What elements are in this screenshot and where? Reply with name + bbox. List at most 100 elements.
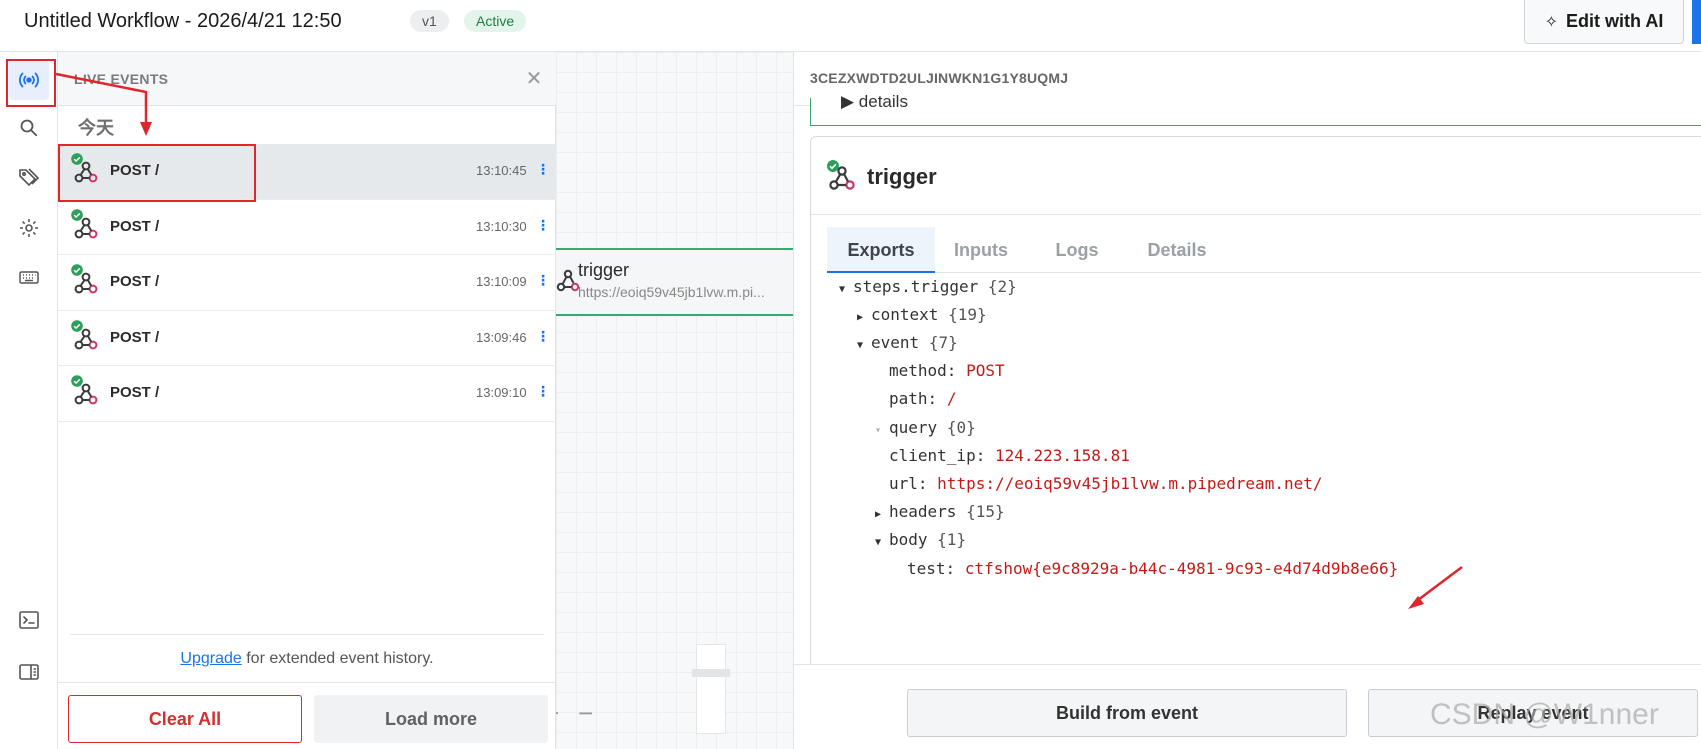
search-icon[interactable] — [9, 108, 49, 148]
replay-event-button[interactable]: Replay event — [1368, 689, 1698, 737]
tree-value[interactable]: / — [947, 389, 957, 408]
events-panel-footer: Clear All Load more — [58, 682, 556, 749]
tree-node: test: ctfshow{e9c8929a-b44c-4981-9c93-e4… — [893, 559, 1398, 579]
tree-value[interactable]: https://eoiq59v45jb1lvw.m.pipedream.net/ — [937, 474, 1322, 493]
details-toggle-label: details — [858, 92, 908, 111]
more-options-icon[interactable]: ⋮ — [536, 216, 550, 234]
events-panel-header: LIVE EVENTS ✕ — [58, 52, 556, 106]
event-name: POST / — [110, 162, 160, 179]
tree-node[interactable]: ▶ headers {15} — [875, 502, 1005, 525]
upgrade-notice-text: for extended event history. — [241, 650, 434, 667]
tree-value[interactable]: POST — [966, 361, 1005, 380]
event-row[interactable]: POST / 13:09:46 ⋮ — [58, 311, 556, 366]
previous-step-card: ▶ details — [810, 92, 1701, 126]
tab-inputs[interactable]: Inputs — [927, 227, 1035, 273]
sparkle-icon: ✧ — [1544, 13, 1559, 31]
tree-key: query — [889, 418, 938, 437]
collapse-arrow-icon[interactable]: ▼ — [839, 280, 853, 300]
tree-node[interactable]: ▾ query {0} — [875, 418, 976, 441]
event-list: POST / 13:10:45 ⋮ POST / 13:10:30 ⋮ POST / 13:1… — [58, 144, 556, 422]
tree-value[interactable]: ctfshow{e9c8929a-b44c-4981-9c93-e4d74d9b… — [965, 559, 1398, 578]
expand-arrow-icon[interactable]: ▶ — [875, 505, 889, 525]
workflow-canvas[interactable]: trigger https://eoiq59v45jb1lvw.m.pi... … — [556, 52, 793, 749]
edit-with-ai-button[interactable]: ✧ Edit with AI — [1524, 0, 1684, 44]
tags-icon[interactable] — [9, 158, 49, 198]
event-row[interactable]: POST / 13:10:30 ⋮ — [58, 200, 556, 255]
node-url: https://eoiq59v45jb1lvw.m.pi... — [578, 284, 765, 300]
clear-all-button[interactable]: Clear All — [68, 695, 302, 743]
tree-value[interactable]: 124.223.158.81 — [995, 446, 1130, 465]
collapse-arrow-icon[interactable]: ▾ — [875, 421, 889, 441]
webhook-success-icon — [827, 160, 855, 190]
zoom-out-button[interactable]: − — [578, 700, 593, 726]
tree-key: path: — [889, 389, 938, 408]
tree-node[interactable]: ▼ body {1} — [875, 530, 966, 553]
expand-arrow-icon[interactable]: ▶ — [857, 308, 871, 328]
webhook-success-icon — [70, 374, 100, 406]
more-options-icon[interactable]: ⋮ — [536, 160, 550, 178]
close-icon[interactable]: ✕ — [520, 64, 548, 92]
trigger-node[interactable]: trigger https://eoiq59v45jb1lvw.m.pi... — [556, 248, 793, 316]
build-from-event-button[interactable]: Build from event — [907, 689, 1347, 737]
tree-key: steps.trigger — [853, 277, 979, 296]
event-row[interactable]: POST / 13:10:45 ⋮ — [58, 144, 556, 200]
tree-key: event — [871, 333, 920, 352]
zoom-slider[interactable] — [696, 644, 726, 734]
keyboard-icon[interactable] — [9, 258, 49, 298]
deploy-button-edge[interactable] — [1692, 0, 1701, 44]
edit-with-ai-label: Edit with AI — [1566, 11, 1664, 31]
webhook-success-icon — [70, 319, 100, 351]
events-panel-title: LIVE EVENTS — [74, 71, 169, 87]
more-options-icon[interactable]: ⋮ — [536, 271, 550, 289]
load-more-button[interactable]: Load more — [314, 695, 548, 743]
event-id: 3CEZXWDTD2ULJINWKN1G1Y8UQMJ — [810, 70, 1069, 86]
divider — [70, 634, 544, 635]
upgrade-link[interactable]: Upgrade — [180, 650, 241, 667]
collapse-arrow-icon[interactable]: ▼ — [875, 533, 889, 553]
workflow-title[interactable]: Untitled Workflow - 2026/4/21 12:50 — [24, 8, 342, 34]
tree-key: context — [871, 305, 939, 324]
tree-node: client_ip: 124.223.158.81 — [875, 446, 1130, 466]
tree-node[interactable]: ▶ context {19} — [857, 305, 987, 328]
gear-icon[interactable] — [9, 208, 49, 248]
event-time: 13:09:46 — [476, 329, 527, 345]
event-name: POST / — [110, 328, 160, 346]
details-toggle[interactable]: ▶ details — [841, 92, 908, 112]
tree-key: client_ip: — [889, 446, 986, 465]
collapse-arrow-icon[interactable]: ▼ — [857, 336, 871, 356]
tab-details[interactable]: Details — [1123, 227, 1231, 273]
tree-key: headers — [889, 502, 957, 521]
event-row[interactable]: POST / 13:09:10 ⋮ — [58, 366, 556, 422]
step-card: trigger Exports Inputs Logs Details ▼ ste… — [810, 136, 1701, 704]
tree-count: {1} — [937, 530, 967, 549]
live-events-icon[interactable] — [9, 60, 49, 100]
sidebar-toggle-icon[interactable] — [9, 652, 49, 692]
more-options-icon[interactable]: ⋮ — [536, 327, 550, 345]
webhook-success-icon — [70, 152, 100, 184]
status-badge: Active — [464, 10, 527, 32]
terminal-icon[interactable] — [9, 600, 49, 640]
tree-key: body — [889, 530, 928, 549]
tab-exports[interactable]: Exports — [827, 227, 935, 273]
tree-count: {15} — [966, 502, 1005, 521]
event-row[interactable]: POST / 13:10:09 ⋮ — [58, 255, 556, 311]
version-badge: v1 — [410, 10, 449, 32]
tree-node[interactable]: ▼ event {7} — [857, 333, 958, 356]
event-time: 13:09:10 — [476, 385, 527, 400]
zoom-slider-handle[interactable] — [692, 669, 730, 677]
top-bar: Untitled Workflow - 2026/4/21 12:50 v1 A… — [0, 0, 1701, 52]
event-name: POST / — [110, 384, 160, 401]
zoom-in-button[interactable]: + — [556, 700, 559, 726]
upgrade-notice: Upgrade for extended event history. — [58, 650, 556, 668]
event-name: POST / — [110, 273, 160, 290]
tree-count: {7} — [928, 333, 958, 352]
event-name: POST / — [110, 217, 160, 235]
tree-key: method: — [889, 361, 957, 380]
live-events-panel: LIVE EVENTS ✕ 今天 POST / 13:10:45 ⋮ POST / 13… — [58, 52, 556, 749]
tree-node[interactable]: ▼ steps.trigger {2} — [839, 277, 1017, 300]
tree-key: test: — [907, 559, 956, 578]
webhook-success-icon — [70, 263, 100, 295]
tab-logs[interactable]: Logs — [1023, 227, 1131, 273]
webhook-icon — [556, 269, 580, 292]
more-options-icon[interactable]: ⋮ — [536, 382, 550, 400]
